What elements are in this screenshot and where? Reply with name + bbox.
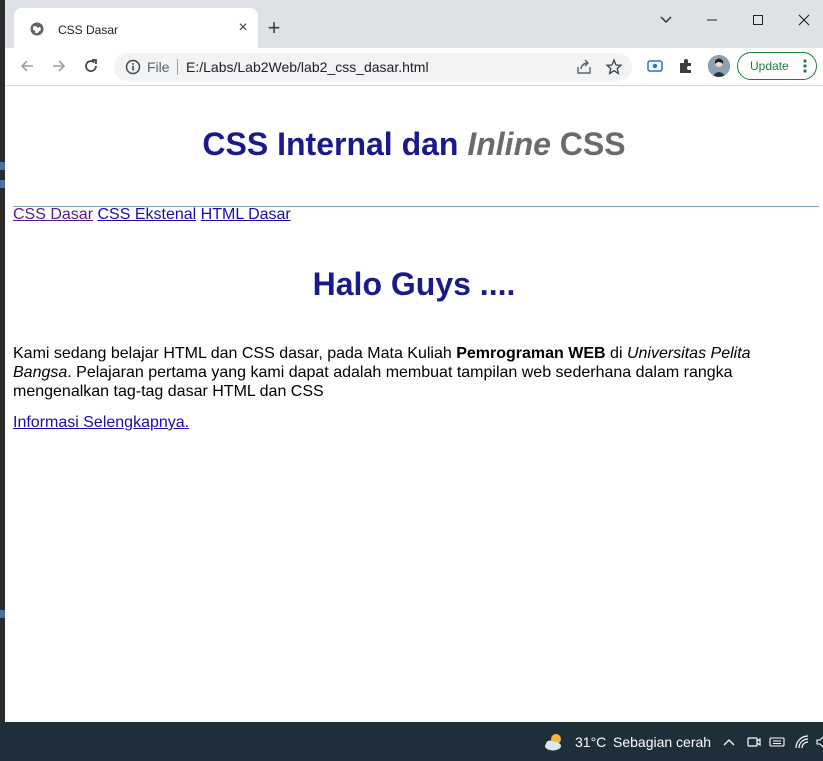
minimize-icon[interactable] xyxy=(702,10,722,30)
address-bar[interactable]: File E:/Labs/Lab2Web/lab2_css_dasar.html xyxy=(114,53,632,81)
chevron-up-icon[interactable] xyxy=(720,733,738,751)
page-title-end: CSS xyxy=(550,126,626,162)
screen: CSS Dasar × + File E:/Labs/Lab2Web/lab2_… xyxy=(0,0,823,761)
bookmark-star-icon[interactable] xyxy=(605,58,623,76)
back-icon[interactable] xyxy=(17,56,37,76)
scheme-label: File xyxy=(147,59,170,75)
keyboard-icon[interactable] xyxy=(768,733,786,751)
profile-avatar[interactable] xyxy=(708,55,730,77)
paragraph-part2: di xyxy=(605,345,627,362)
maximize-icon[interactable] xyxy=(748,10,768,30)
forward-icon[interactable] xyxy=(49,56,69,76)
taskbar: 31°C Sebagian cerah xyxy=(0,722,823,761)
nav-link-css-dasar[interactable]: CSS Dasar xyxy=(13,206,93,223)
info-icon[interactable] xyxy=(125,59,141,75)
url-text[interactable]: E:/Labs/Lab2Web/lab2_css_dasar.html xyxy=(186,59,429,75)
nav-link-html-dasar[interactable]: HTML Dasar xyxy=(201,206,291,223)
speaker-icon[interactable] xyxy=(812,733,823,751)
intro-paragraph: Kami sedang belajar HTML dan CSS dasar, … xyxy=(13,344,811,401)
tab-title: CSS Dasar xyxy=(58,23,119,37)
screen-cast-icon[interactable] xyxy=(646,57,664,75)
meet-now-icon[interactable] xyxy=(745,733,763,751)
paragraph-part1: Kami sedang belajar HTML dan CSS dasar, … xyxy=(13,345,457,362)
new-tab-button[interactable]: + xyxy=(263,17,285,39)
tab-css-dasar[interactable]: CSS Dasar × xyxy=(14,8,258,48)
page-title-main: CSS Internal dan xyxy=(202,126,468,162)
paragraph-part3: . Pelajaran pertama yang kami dapat adal… xyxy=(13,364,733,400)
reload-icon[interactable] xyxy=(81,56,101,76)
page-heading: Halo Guys .... xyxy=(312,266,516,302)
weather-description[interactable]: Sebagian cerah xyxy=(613,734,711,750)
weather-partly-sunny-icon[interactable] xyxy=(543,731,565,753)
page-title-italic: Inline xyxy=(467,126,551,162)
web-page: CSS Internal dan Inline CSS CSS Dasar CS… xyxy=(5,86,823,722)
tab-close-icon[interactable]: × xyxy=(235,19,251,36)
nav-links: CSS Dasar CSS Ekstenal HTML Dasar xyxy=(13,206,291,224)
share-icon[interactable] xyxy=(575,58,593,76)
page-title: CSS Internal dan Inline CSS xyxy=(5,126,823,163)
page-title-inline: Inline CSS xyxy=(467,126,625,162)
weather-temperature[interactable]: 31°C xyxy=(575,734,606,750)
close-window-icon[interactable] xyxy=(794,10,814,30)
browser-toolbar: File E:/Labs/Lab2Web/lab2_css_dasar.html… xyxy=(5,48,823,86)
omnibox-divider xyxy=(177,59,178,75)
globe-icon xyxy=(30,22,44,36)
tab-search-icon[interactable] xyxy=(656,10,676,30)
nav-link-css-ekstenal[interactable]: CSS Ekstenal xyxy=(97,206,196,223)
update-label: Update xyxy=(750,59,789,73)
paragraph-bold: Pemrograman WEB xyxy=(456,345,606,362)
more-menu-icon[interactable] xyxy=(802,57,808,75)
wifi-icon[interactable] xyxy=(793,733,811,751)
update-button[interactable]: Update xyxy=(737,52,817,80)
extensions-puzzle-icon[interactable] xyxy=(677,57,695,75)
tab-strip: CSS Dasar × + xyxy=(5,0,823,48)
more-info-link[interactable]: Informasi Selengkapnya. xyxy=(13,414,189,432)
